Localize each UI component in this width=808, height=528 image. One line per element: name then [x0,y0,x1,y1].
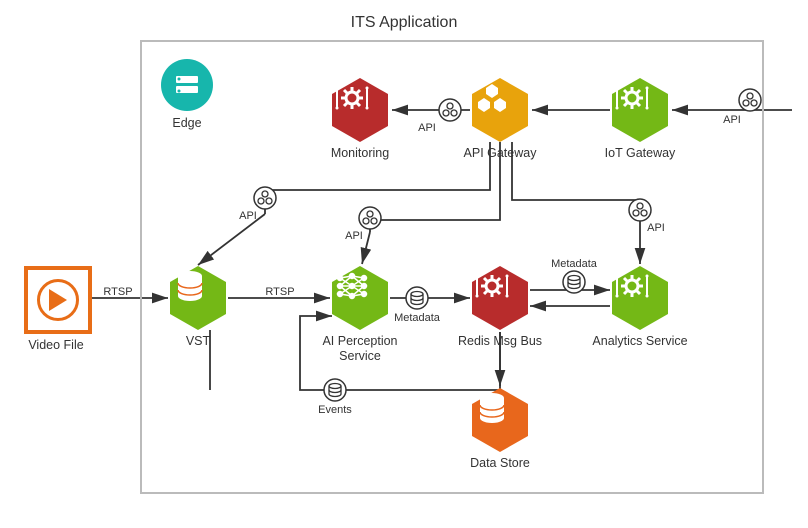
analytics-label: Analytics Service [585,334,695,349]
iot-gateway-node [612,78,668,142]
video-file-label: Video File [1,338,111,353]
api-gateway-label: API Gateway [445,146,555,161]
metadata-label: Metadata [551,258,597,270]
monitoring-label: Monitoring [305,146,415,161]
vst-node [170,266,226,330]
api-label: API [647,222,665,234]
events-label: Events [318,404,352,416]
monitoring-node [332,78,388,142]
api-label: API [418,122,436,134]
api-gateway-node [472,78,528,142]
data-store-node [472,388,528,452]
metadata-label: Metadata [394,312,440,324]
api-label: API [345,230,363,242]
redis-label: Redis Msg Bus [445,334,555,349]
video-file-node [24,266,92,334]
vst-label: VST [143,334,253,349]
edge-label: Edge [132,116,242,131]
redis-node [472,266,528,330]
iot-gateway-label: IoT Gateway [585,146,695,161]
data-store-label: Data Store [445,456,555,471]
ai-perception-node [332,266,388,330]
api-label: API [723,114,741,126]
analytics-node [612,266,668,330]
edge-node [160,58,214,112]
ai-perception-label: AI Perception Service [305,334,415,364]
rtsp-label: RTSP [265,286,294,298]
diagram-title: ITS Application [0,14,808,32]
rtsp-label: RTSP [103,286,132,298]
its-application-container [140,40,764,494]
api-label: API [239,210,257,222]
